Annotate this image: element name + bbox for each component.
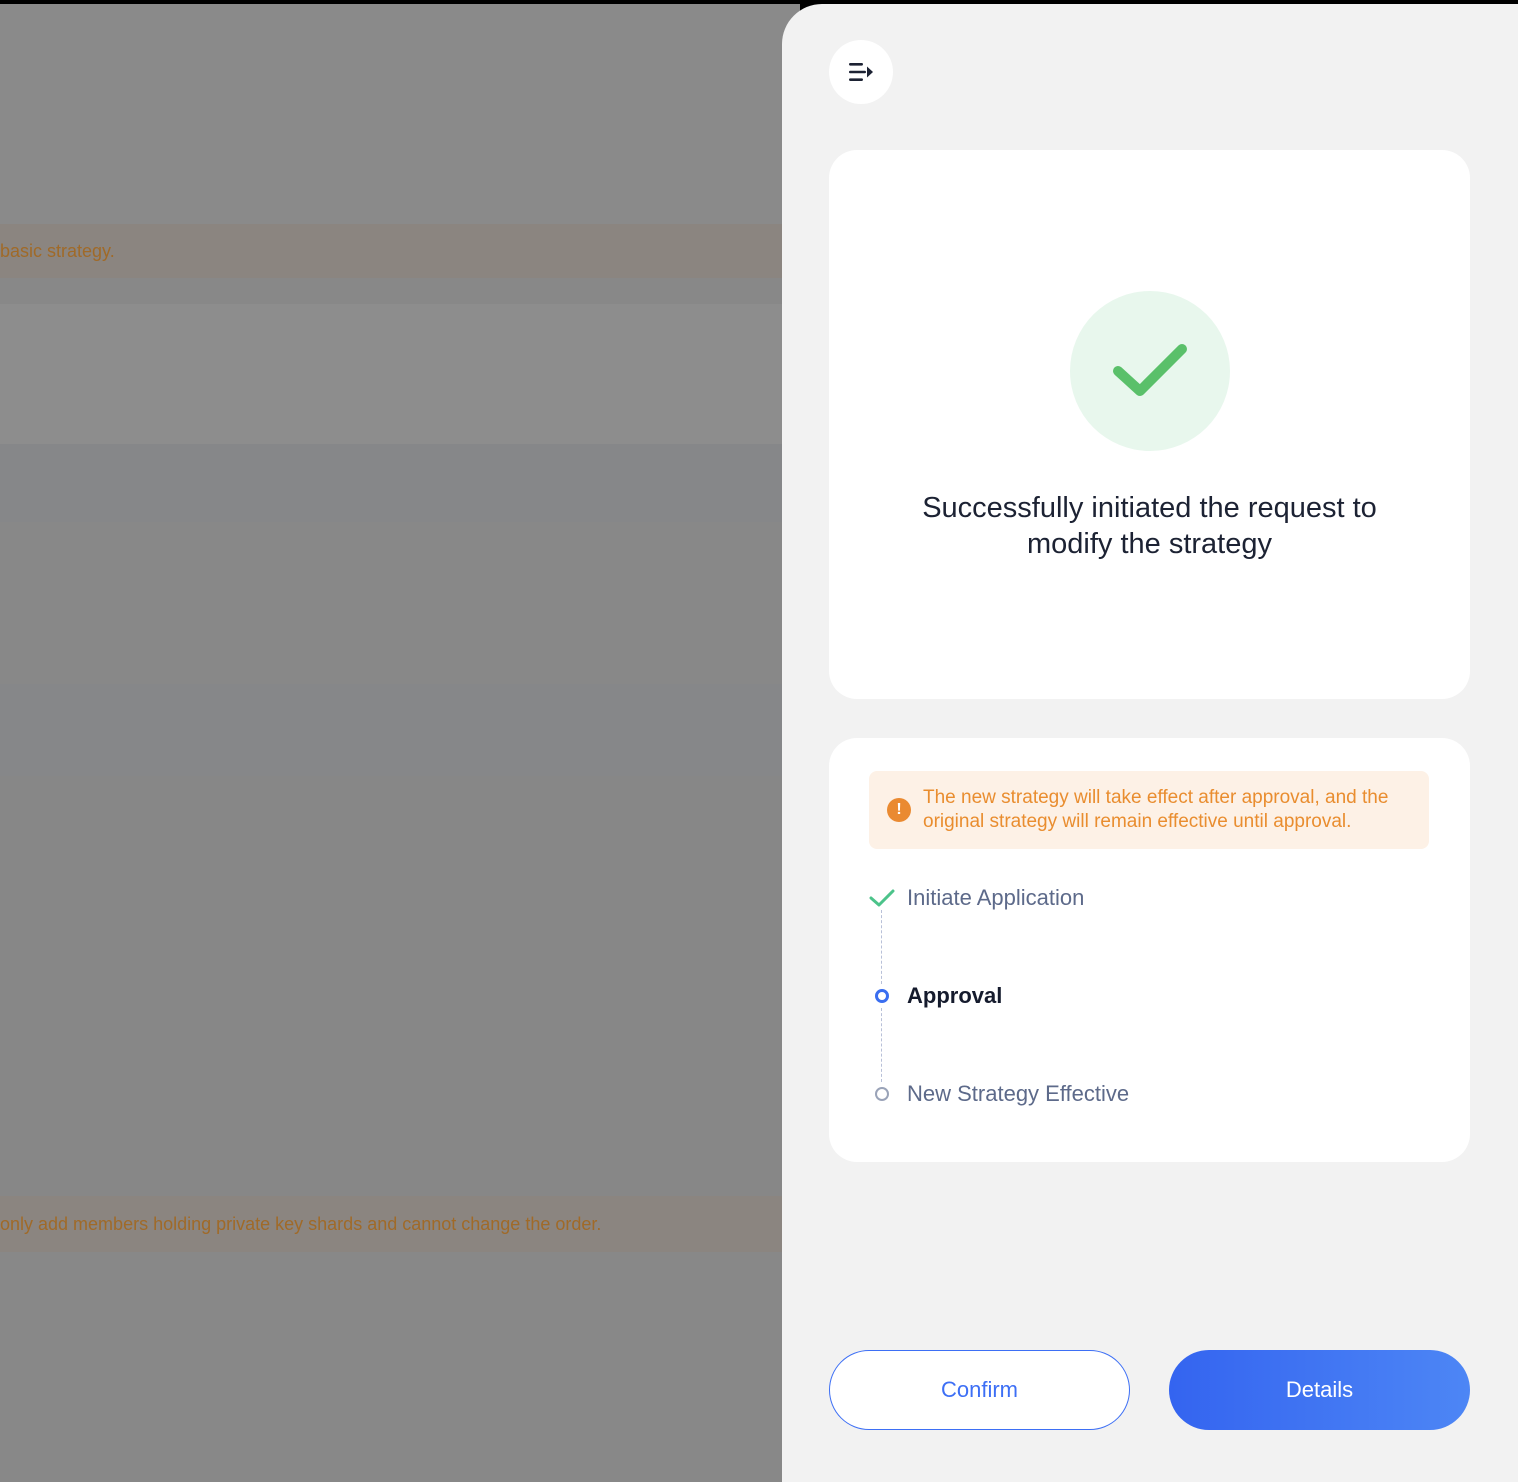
- background-overlay[interactable]: basic strategy. only add members holding…: [0, 4, 800, 1482]
- background-band: [0, 776, 800, 1196]
- step-label: Approval: [907, 983, 1003, 1008]
- background-band: [0, 522, 800, 684]
- confirm-button[interactable]: Confirm: [829, 1350, 1130, 1430]
- warning-glyph: !: [896, 801, 902, 818]
- step-label: New Strategy Effective: [907, 1081, 1130, 1106]
- background-notice-text: basic strategy.: [0, 240, 115, 261]
- success-title-line: Successfully initiated the request to: [922, 492, 1377, 524]
- step-connector: [881, 910, 882, 984]
- approval-notice: ! The new strategy will take effect afte…: [869, 771, 1429, 849]
- result-drawer: Successfully initiated the request to mo…: [782, 4, 1518, 1482]
- warning-icon: !: [887, 798, 911, 822]
- success-title-line: modify the strategy: [1027, 528, 1272, 560]
- progress-steps: Initiate Application Approval New Strate…: [869, 878, 1429, 1118]
- step-initiate-application: Initiate Application: [869, 883, 1084, 913]
- progress-card: ! The new strategy will take effect afte…: [829, 738, 1470, 1162]
- background-band: [0, 444, 800, 522]
- check-icon: [1113, 344, 1187, 396]
- step-label: Initiate Application: [907, 885, 1085, 910]
- approval-notice-line: original strategy will remain effective …: [923, 811, 1352, 832]
- collapse-drawer-button[interactable]: [829, 40, 893, 104]
- page: basic strategy. only add members holding…: [0, 0, 1518, 1482]
- success-card: Successfully initiated the request to mo…: [829, 150, 1470, 699]
- background-band: [0, 278, 800, 304]
- step-check-icon: [869, 889, 895, 907]
- approval-notice-line: The new strategy will take effect after …: [923, 787, 1389, 808]
- background-band: [0, 1252, 800, 1482]
- step-new-strategy-effective: New Strategy Effective: [869, 1079, 1129, 1109]
- details-button[interactable]: Details: [1169, 1350, 1470, 1430]
- step-connector: [881, 1008, 882, 1082]
- step-active-dot-icon: [875, 989, 889, 1003]
- background-band: [0, 304, 800, 444]
- step-approval: Approval: [869, 981, 1002, 1011]
- background-notice-bottom: only add members holding private key sha…: [0, 1196, 800, 1252]
- background-band: [0, 4, 800, 224]
- background-notice-top: basic strategy.: [0, 224, 800, 278]
- approval-notice-text: The new strategy will take effect after …: [923, 786, 1388, 834]
- background-notice-text: only add members holding private key sha…: [0, 1213, 602, 1234]
- background-band: [0, 684, 800, 776]
- success-badge: [1070, 291, 1230, 451]
- collapse-drawer-icon: [849, 63, 873, 81]
- step-pending-dot-icon: [875, 1087, 889, 1101]
- success-title: Successfully initiated the request to mo…: [869, 490, 1430, 562]
